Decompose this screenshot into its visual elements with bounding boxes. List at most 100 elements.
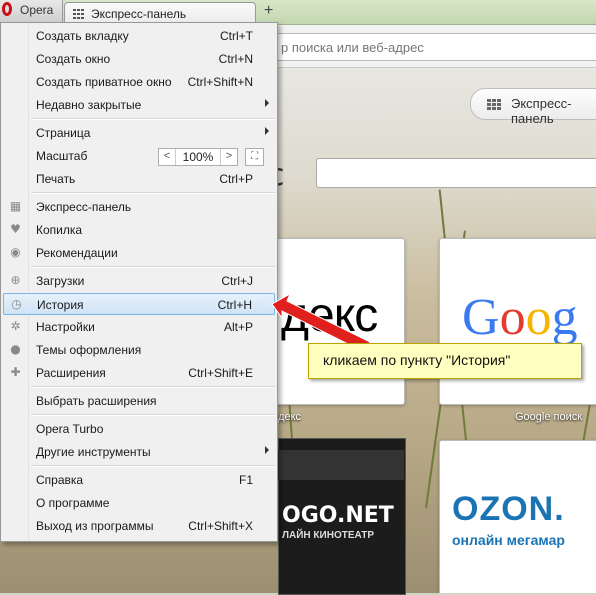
menu-item-about[interactable]: О программе — [3, 492, 275, 514]
menu-item-history[interactable]: ◷ История Ctrl+H — [3, 293, 275, 315]
menu-separator — [31, 266, 275, 268]
menu-item-print[interactable]: Печать Ctrl+P — [3, 168, 275, 190]
express-panel-button[interactable]: Экспресс-панель — [470, 88, 596, 126]
menu-item-label: Копилка — [36, 223, 83, 237]
menu-item-shortcut: Ctrl+P — [219, 172, 253, 186]
google-letter: o — [525, 289, 552, 346]
menu-item-extensions[interactable]: ✚ Расширения Ctrl+Shift+E — [3, 362, 275, 384]
menu-item-shortcut: Ctrl+Shift+N — [187, 75, 253, 89]
menu-item-label: Настройки — [36, 320, 95, 334]
menu-item-recently-closed[interactable]: Недавно закрытые — [3, 94, 275, 116]
zoom-value: 100% — [182, 150, 214, 164]
puzzle-icon: ✚ — [10, 365, 21, 379]
menu-item-page[interactable]: Страница — [3, 122, 275, 144]
menu-item-express-panel[interactable]: ▦ Экспресс-панель — [3, 196, 275, 218]
callout-text: кликаем по пункту "История" — [323, 352, 511, 368]
menu-item-shortcut: Ctrl+Shift+X — [188, 519, 253, 533]
gear-icon: ✲ — [10, 319, 21, 333]
menu-item-downloads[interactable]: ⊕ Загрузки Ctrl+J — [3, 270, 275, 292]
opera-menu-button[interactable]: Opera — [0, 0, 63, 22]
menu-item-shortcut: Ctrl+N — [218, 52, 253, 66]
menu-item-label: Другие инструменты — [36, 445, 151, 459]
ozon-subtitle: онлайн мегамар — [452, 532, 565, 548]
kino-subtitle: ЛАЙН КИНОТЕАТР — [282, 530, 374, 541]
menu-item-shortcut: Ctrl+Shift+E — [188, 366, 253, 380]
menu-item-label: Печать — [36, 172, 76, 186]
menu-item-label: Рекомендации — [36, 246, 118, 260]
menu-item-label: О программе — [36, 496, 110, 510]
menu-separator — [31, 118, 275, 120]
menu-item-shortcut: Alt+P — [223, 320, 253, 334]
submenu-arrow-icon — [265, 446, 269, 454]
opera-main-menu: Создать вкладку Ctrl+T Создать окно Ctrl… — [0, 22, 278, 542]
express-panel-label: Экспресс-панель — [511, 96, 572, 126]
grid-icon: ▦ — [9, 199, 22, 213]
menu-item-label: Масштаб — [36, 149, 88, 163]
drop-icon: ● — [10, 342, 21, 356]
menu-item-label: Выбрать расширения — [36, 394, 157, 408]
menu-item-new-window[interactable]: Создать окно Ctrl+N — [3, 48, 275, 70]
menu-item-recommendations[interactable]: ◉ Рекомендации — [3, 242, 275, 264]
menu-item-exit[interactable]: Выход из программы Ctrl+Shift+X — [3, 515, 275, 537]
menu-item-other-tools[interactable]: Другие инструменты — [3, 441, 275, 463]
menu-item-opera-turbo[interactable]: Opera Turbo — [3, 418, 275, 440]
google-letter: o — [499, 289, 526, 346]
submenu-arrow-icon — [265, 99, 269, 107]
heart-icon: ♥ — [10, 222, 21, 236]
tab-title: Экспресс-панель — [91, 7, 187, 21]
kino-logo: OGO.NET — [282, 503, 394, 528]
menu-item-label: Экспресс-панель — [36, 200, 132, 214]
menu-item-label: Расширения — [36, 366, 106, 380]
clock-icon: ◷ — [11, 297, 22, 311]
menu-item-label: Загрузки — [36, 274, 85, 288]
menu-item-shortcut: Ctrl+T — [220, 29, 253, 43]
ozon-logo: OZON. — [452, 490, 565, 528]
google-letter: G — [462, 289, 500, 346]
search-input[interactable] — [316, 158, 596, 188]
menu-item-new-tab[interactable]: Создать вкладку Ctrl+T — [3, 25, 275, 47]
menu-item-zoom: Масштаб < 100% > ⛶ — [3, 145, 275, 167]
menu-item-label: Справка — [36, 473, 84, 487]
google-logo: Goog — [462, 288, 578, 347]
eye-icon: ◉ — [10, 245, 21, 259]
menu-item-label: Выход из программы — [36, 519, 154, 533]
menu-separator — [31, 465, 275, 467]
menu-item-label: Создать приватное окно — [36, 75, 172, 89]
menu-item-shortcut: Ctrl+J — [221, 274, 253, 288]
annotation-callout: кликаем по пункту "История" — [308, 343, 582, 379]
menu-item-shortcut: F1 — [238, 473, 253, 487]
menu-item-label: Создать окно — [36, 52, 111, 66]
grid-icon — [73, 9, 84, 19]
tile-caption: Google поиск — [515, 411, 583, 423]
menu-item-shortcut: Ctrl+H — [217, 298, 252, 312]
menu-item-label: Темы оформления — [36, 343, 142, 357]
menu-item-label: Opera Turbo — [36, 422, 104, 436]
menu-item-settings[interactable]: ✲ Настройки Alt+P — [3, 316, 275, 338]
fullscreen-icon[interactable]: ⛶ — [245, 148, 264, 166]
menu-separator — [31, 414, 275, 416]
opera-logo-icon — [2, 2, 12, 16]
menu-item-choose-extensions[interactable]: Выбрать расширения — [3, 390, 275, 412]
film-strip-image — [278, 450, 404, 480]
zoom-out-button[interactable]: < — [159, 149, 176, 165]
address-input[interactable]: р поиска или веб-адрес — [268, 33, 596, 61]
submenu-arrow-icon — [265, 127, 269, 135]
menu-separator — [31, 386, 275, 388]
zoom-in-button[interactable]: > — [220, 149, 237, 165]
menu-item-themes[interactable]: ● Темы оформления — [3, 339, 275, 361]
zoom-control: < 100% > — [158, 148, 238, 166]
menu-item-help[interactable]: Справка F1 — [3, 469, 275, 491]
opera-menu-label: Opera — [20, 3, 54, 17]
new-tab-button[interactable]: + — [264, 2, 273, 20]
google-letter: g — [551, 289, 578, 346]
menu-separator — [31, 192, 275, 194]
menu-item-label: Создать вкладку — [36, 29, 129, 43]
menu-item-stash[interactable]: ♥ Копилка — [3, 219, 275, 241]
download-icon: ⊕ — [10, 273, 21, 287]
menu-item-label: Страница — [36, 126, 91, 140]
menu-item-private-window[interactable]: Создать приватное окно Ctrl+Shift+N — [3, 71, 275, 93]
menu-item-label: Недавно закрытые — [36, 98, 142, 112]
menu-item-label: История — [37, 298, 84, 312]
address-placeholder: р поиска или веб-адрес — [281, 40, 424, 55]
grid-icon — [487, 99, 501, 111]
